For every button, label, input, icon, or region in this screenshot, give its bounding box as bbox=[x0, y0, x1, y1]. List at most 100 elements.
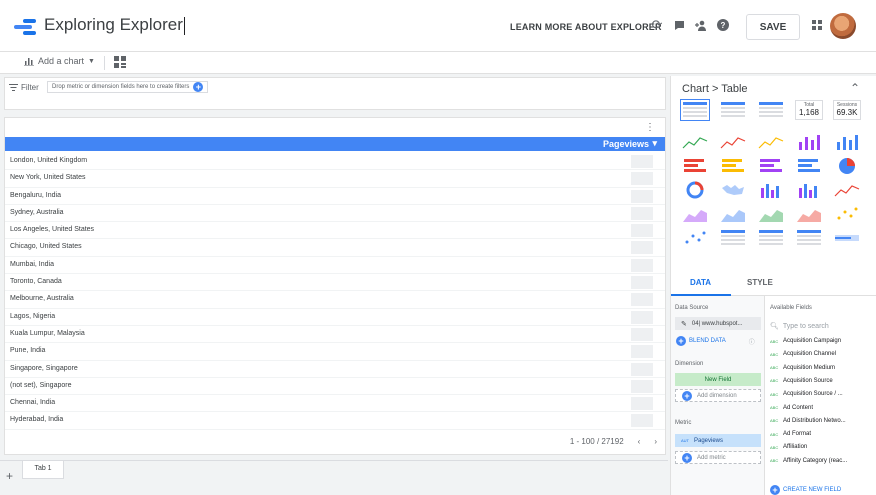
table-row[interactable]: Chicago, United States bbox=[5, 239, 665, 257]
chart-type-table-icon[interactable] bbox=[680, 99, 710, 121]
chart-type-table-icon[interactable] bbox=[795, 228, 823, 248]
chart-type-line-icon[interactable] bbox=[681, 132, 709, 152]
learn-more-link[interactable]: LEARN MORE ABOUT EXPLORER bbox=[510, 22, 662, 32]
chart-type-hbar-icon[interactable] bbox=[795, 156, 823, 176]
table-row[interactable]: Singapore, Singapore bbox=[5, 361, 665, 378]
chart-type-scatter-icon[interactable] bbox=[833, 204, 861, 224]
share-icon[interactable] bbox=[692, 16, 710, 34]
more-options-icon[interactable]: ⋮ bbox=[645, 122, 655, 133]
add-dimension-button[interactable]: + Add dimension bbox=[675, 389, 761, 402]
chart-type-line-icon[interactable] bbox=[757, 132, 785, 152]
chart-type-area-icon[interactable] bbox=[681, 204, 709, 224]
chart-type-col-icon[interactable] bbox=[795, 180, 823, 200]
chart-type-bullet-icon[interactable] bbox=[833, 228, 861, 248]
chart-type-kpi1-icon[interactable]: Total 1,168 bbox=[795, 100, 823, 120]
data-source-chip[interactable]: ✎ 04| www.hubspot... bbox=[675, 317, 761, 330]
feedback-icon[interactable] bbox=[670, 16, 688, 34]
chart-type-bar-icon[interactable] bbox=[833, 132, 861, 152]
table-row[interactable]: Melbourne, Australia bbox=[5, 291, 665, 309]
chart-type-map-icon[interactable] bbox=[719, 180, 747, 200]
tab-data[interactable]: DATA bbox=[690, 278, 711, 287]
add-chart-button[interactable]: Add a chart ▼ bbox=[24, 56, 95, 66]
chart-type-hbar-icon[interactable] bbox=[681, 156, 709, 176]
table-row[interactable]: Toronto, Canada bbox=[5, 274, 665, 292]
pageviews-cell bbox=[631, 397, 653, 411]
table-row[interactable]: Pune, India bbox=[5, 343, 665, 361]
chart-type-hbar-icon[interactable] bbox=[719, 156, 747, 176]
chart-type-hbar-icon[interactable] bbox=[757, 156, 785, 176]
chart-type-bar-icon[interactable] bbox=[795, 132, 823, 152]
edit-pencil-icon[interactable]: ✎ bbox=[681, 320, 687, 328]
panel-tabs: DATA STYLE bbox=[671, 272, 876, 296]
chart-type-col-icon[interactable] bbox=[757, 180, 785, 200]
table-row[interactable]: Mumbai, India bbox=[5, 257, 665, 275]
blend-data-button[interactable]: + BLEND DATA ⓘ bbox=[676, 336, 755, 346]
available-field[interactable]: ABC Affiliation bbox=[770, 444, 807, 450]
add-control-icon[interactable] bbox=[114, 56, 126, 68]
available-field[interactable]: ABC Ad Format bbox=[770, 431, 811, 437]
table-row[interactable]: London, United Kingdom bbox=[5, 153, 665, 171]
table-row[interactable]: Hyderabad, India bbox=[5, 412, 665, 430]
available-field[interactable]: ABC Acquisition Medium bbox=[770, 365, 835, 371]
table-chart[interactable]: ⋮ Pageviews ▾ London, United Kingdom New … bbox=[4, 117, 666, 455]
next-page-icon[interactable]: › bbox=[654, 437, 657, 446]
pageviews-cell bbox=[631, 241, 653, 255]
metric-chip[interactable]: AUT Pageviews bbox=[675, 434, 761, 447]
available-field[interactable]: ABC Acquisition Campaign bbox=[770, 338, 841, 344]
pagination: 1 - 100 / 27192 ‹ › bbox=[570, 437, 657, 446]
report-title[interactable]: Exploring Explorer bbox=[44, 15, 185, 35]
refresh-icon[interactable]: ⟳ bbox=[648, 16, 666, 34]
chart-type-area-icon[interactable] bbox=[795, 204, 823, 224]
prev-page-icon[interactable]: ‹ bbox=[638, 437, 641, 446]
add-filter-icon[interactable]: + bbox=[193, 82, 204, 92]
help-icon[interactable]: ? bbox=[714, 16, 732, 34]
chart-type-line-icon[interactable] bbox=[833, 180, 861, 200]
create-field-icon: + bbox=[770, 485, 780, 495]
chart-type-donut-icon[interactable] bbox=[681, 180, 709, 200]
chart-type-line-icon[interactable] bbox=[719, 132, 747, 152]
table-row[interactable]: Lagos, Nigeria bbox=[5, 309, 665, 326]
available-field[interactable]: ABC Acquisition Channel bbox=[770, 351, 836, 357]
table-row[interactable]: Chennai, India bbox=[5, 395, 665, 413]
chart-type-area-icon[interactable] bbox=[719, 204, 747, 224]
filter-drop-zone[interactable]: Drop metric or dimension fields here to … bbox=[47, 81, 209, 93]
chart-type-scatter-icon[interactable] bbox=[681, 228, 709, 248]
add-metric-button[interactable]: + Add metric bbox=[675, 451, 761, 464]
save-button[interactable]: SAVE bbox=[746, 14, 800, 40]
table-row[interactable]: New York, United States bbox=[5, 170, 665, 188]
column-header-pageviews[interactable]: Pageviews ▾ bbox=[603, 138, 657, 149]
available-field[interactable]: ABC Acquisition Source bbox=[770, 378, 833, 384]
apps-grid-icon[interactable] bbox=[808, 16, 826, 34]
chart-type-table-icon[interactable] bbox=[719, 100, 747, 120]
chart-type-table-icon[interactable] bbox=[757, 228, 785, 248]
field-search-input[interactable]: 🔍︎ Type to search bbox=[770, 320, 870, 332]
info-icon[interactable]: ⓘ bbox=[749, 337, 755, 346]
table-row[interactable]: Bengaluru, India bbox=[5, 188, 665, 205]
table-row[interactable]: Los Angeles, United States bbox=[5, 222, 665, 240]
tab-style[interactable]: STYLE bbox=[747, 278, 773, 287]
add-metric-icon: + bbox=[682, 452, 692, 463]
chart-type-table-icon[interactable] bbox=[757, 100, 785, 120]
available-field[interactable]: ABC Ad Content bbox=[770, 405, 813, 411]
available-field[interactable]: ABC Acquisition Source / ... bbox=[770, 391, 843, 397]
chart-type-area-icon[interactable] bbox=[757, 204, 785, 224]
chart-type-kpi2-icon[interactable]: Sessions 69.3K bbox=[833, 100, 861, 120]
add-tab-icon[interactable]: + bbox=[6, 469, 13, 483]
chart-type-pie-icon[interactable] bbox=[833, 156, 861, 176]
dimension-chip[interactable]: New Field bbox=[675, 373, 761, 386]
tab-1[interactable]: Tab 1 bbox=[22, 461, 64, 479]
available-field[interactable]: ABC Affinity Category (reac... bbox=[770, 458, 847, 464]
chevron-down-icon: ▼ bbox=[88, 57, 95, 65]
create-new-field-button[interactable]: + CREATE NEW FIELD bbox=[770, 485, 841, 495]
row-label: Bengaluru, India bbox=[10, 191, 61, 199]
collapse-icon[interactable]: ⌃ bbox=[850, 81, 860, 95]
table-row[interactable]: Kuala Lumpur, Malaysia bbox=[5, 326, 665, 344]
available-field[interactable]: ABC Ad Distribution Netwo... bbox=[770, 418, 846, 424]
row-label: Melbourne, Australia bbox=[10, 295, 74, 303]
row-label: Singapore, Singapore bbox=[10, 364, 78, 372]
toolbar-divider bbox=[104, 56, 105, 70]
table-row[interactable]: Sydney, Australia bbox=[5, 205, 665, 223]
chart-type-table-icon[interactable] bbox=[719, 228, 747, 248]
user-avatar[interactable] bbox=[830, 13, 856, 39]
table-row[interactable]: (not set), Singapore bbox=[5, 378, 665, 396]
